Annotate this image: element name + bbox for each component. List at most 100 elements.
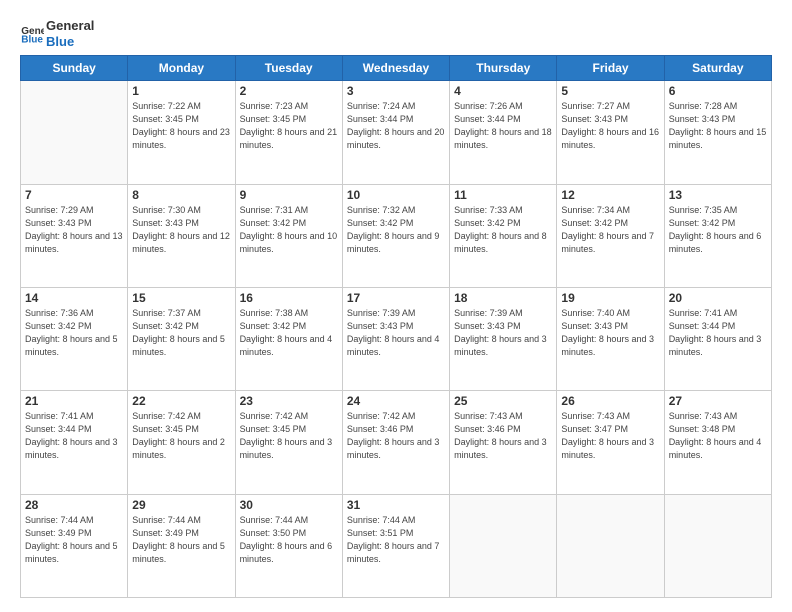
day-info: Sunrise: 7:41 AMSunset: 3:44 PMDaylight:… bbox=[669, 307, 767, 359]
calendar-week-2: 7 Sunrise: 7:29 AMSunset: 3:43 PMDaylight… bbox=[21, 184, 772, 287]
calendar-cell: 27Sunrise: 7:43 AMSunset: 3:48 PMDayligh… bbox=[664, 391, 771, 494]
day-info: Sunrise: 7:33 AMSunset: 3:42 PMDaylight:… bbox=[454, 204, 552, 256]
day-info: Sunrise: 7:35 AMSunset: 3:42 PMDaylight:… bbox=[669, 204, 767, 256]
day-number: 22 bbox=[132, 394, 230, 408]
logo-icon: General Blue bbox=[20, 24, 44, 44]
calendar-cell: 11 Sunrise: 7:33 AMSunset: 3:42 PMDayligh… bbox=[450, 184, 557, 287]
day-info: Sunrise: 7:37 AMSunset: 3:42 PMDaylight:… bbox=[132, 307, 230, 359]
day-number: 5 bbox=[561, 84, 659, 98]
day-info: Sunrise: 7:40 AMSunset: 3:43 PMDaylight:… bbox=[561, 307, 659, 359]
calendar-cell: 25 Sunrise: 7:43 AMSunset: 3:46 PMDayligh… bbox=[450, 391, 557, 494]
calendar-header-thursday: Thursday bbox=[450, 56, 557, 81]
day-number: 10 bbox=[347, 188, 445, 202]
calendar-cell: 17 Sunrise: 7:39 AMSunset: 3:43 PMDayligh… bbox=[342, 287, 449, 390]
day-info: Sunrise: 7:43 AMSunset: 3:47 PMDaylight:… bbox=[561, 410, 659, 462]
calendar-cell: 16 Sunrise: 7:38 AMSunset: 3:42 PMDayligh… bbox=[235, 287, 342, 390]
calendar-cell: 9Sunrise: 7:31 AMSunset: 3:42 PMDaylight… bbox=[235, 184, 342, 287]
logo-line2: Blue bbox=[46, 34, 94, 50]
day-info: Sunrise: 7:34 AMSunset: 3:42 PMDaylight:… bbox=[561, 204, 659, 256]
calendar-cell: 29Sunrise: 7:44 AMSunset: 3:49 PMDayligh… bbox=[128, 494, 235, 597]
day-number: 9 bbox=[240, 188, 338, 202]
calendar-cell: 18 Sunrise: 7:39 AMSunset: 3:43 PMDayligh… bbox=[450, 287, 557, 390]
calendar-cell bbox=[557, 494, 664, 597]
logo: General Blue General Blue bbox=[20, 18, 94, 49]
day-info: Sunrise: 7:39 AMSunset: 3:43 PMDaylight:… bbox=[454, 307, 552, 359]
calendar-cell: 14 Sunrise: 7:36 AMSunset: 3:42 PMDayligh… bbox=[21, 287, 128, 390]
day-info: Sunrise: 7:29 AMSunset: 3:43 PMDaylight:… bbox=[25, 204, 123, 256]
day-number: 7 bbox=[25, 188, 123, 202]
calendar-header-sunday: Sunday bbox=[21, 56, 128, 81]
day-number: 19 bbox=[561, 291, 659, 305]
day-info: Sunrise: 7:44 AMSunset: 3:51 PMDaylight:… bbox=[347, 514, 445, 566]
calendar-week-5: 28Sunrise: 7:44 AMSunset: 3:49 PMDayligh… bbox=[21, 494, 772, 597]
day-number: 8 bbox=[132, 188, 230, 202]
day-info: Sunrise: 7:32 AMSunset: 3:42 PMDaylight:… bbox=[347, 204, 445, 256]
calendar-week-3: 14 Sunrise: 7:36 AMSunset: 3:42 PMDayligh… bbox=[21, 287, 772, 390]
logo-line1: General bbox=[46, 18, 94, 34]
day-number: 15 bbox=[132, 291, 230, 305]
day-info: Sunrise: 7:44 AMSunset: 3:49 PMDaylight:… bbox=[132, 514, 230, 566]
day-number: 14 bbox=[25, 291, 123, 305]
day-info: Sunrise: 7:42 AMSunset: 3:46 PMDaylight:… bbox=[347, 410, 445, 462]
day-number: 12 bbox=[561, 188, 659, 202]
calendar-header-row: SundayMondayTuesdayWednesdayThursdayFrid… bbox=[21, 56, 772, 81]
day-info: Sunrise: 7:36 AMSunset: 3:42 PMDaylight:… bbox=[25, 307, 123, 359]
calendar-cell: 13 Sunrise: 7:35 AMSunset: 3:42 PMDayligh… bbox=[664, 184, 771, 287]
day-number: 21 bbox=[25, 394, 123, 408]
calendar-header-tuesday: Tuesday bbox=[235, 56, 342, 81]
day-info: Sunrise: 7:26 AMSunset: 3:44 PMDaylight:… bbox=[454, 100, 552, 152]
calendar-week-1: 1 Sunrise: 7:22 AMSunset: 3:45 PMDaylight… bbox=[21, 81, 772, 184]
calendar-cell: 8Sunrise: 7:30 AMSunset: 3:43 PMDaylight… bbox=[128, 184, 235, 287]
calendar-header-friday: Friday bbox=[557, 56, 664, 81]
day-number: 16 bbox=[240, 291, 338, 305]
day-number: 27 bbox=[669, 394, 767, 408]
day-number: 4 bbox=[454, 84, 552, 98]
day-info: Sunrise: 7:43 AMSunset: 3:46 PMDaylight:… bbox=[454, 410, 552, 462]
calendar-cell bbox=[664, 494, 771, 597]
calendar-cell bbox=[21, 81, 128, 184]
day-number: 26 bbox=[561, 394, 659, 408]
day-info: Sunrise: 7:28 AMSunset: 3:43 PMDaylight:… bbox=[669, 100, 767, 152]
calendar-cell: 28Sunrise: 7:44 AMSunset: 3:49 PMDayligh… bbox=[21, 494, 128, 597]
day-number: 23 bbox=[240, 394, 338, 408]
day-number: 11 bbox=[454, 188, 552, 202]
day-number: 25 bbox=[454, 394, 552, 408]
day-number: 18 bbox=[454, 291, 552, 305]
page: General Blue General Blue SundayMondayTu… bbox=[0, 0, 792, 612]
day-number: 31 bbox=[347, 498, 445, 512]
calendar-table: SundayMondayTuesdayWednesdayThursdayFrid… bbox=[20, 55, 772, 598]
day-info: Sunrise: 7:42 AMSunset: 3:45 PMDaylight:… bbox=[132, 410, 230, 462]
calendar-cell: 23 Sunrise: 7:42 AMSunset: 3:45 PMDayligh… bbox=[235, 391, 342, 494]
calendar-cell: 30Sunrise: 7:44 AMSunset: 3:50 PMDayligh… bbox=[235, 494, 342, 597]
day-number: 6 bbox=[669, 84, 767, 98]
day-number: 13 bbox=[669, 188, 767, 202]
svg-text:Blue: Blue bbox=[21, 34, 43, 44]
calendar-cell: 1 Sunrise: 7:22 AMSunset: 3:45 PMDaylight… bbox=[128, 81, 235, 184]
day-number: 2 bbox=[240, 84, 338, 98]
calendar-header-monday: Monday bbox=[128, 56, 235, 81]
day-info: Sunrise: 7:39 AMSunset: 3:43 PMDaylight:… bbox=[347, 307, 445, 359]
day-info: Sunrise: 7:42 AMSunset: 3:45 PMDaylight:… bbox=[240, 410, 338, 462]
calendar-cell: 6 Sunrise: 7:28 AMSunset: 3:43 PMDaylight… bbox=[664, 81, 771, 184]
calendar-cell: 3Sunrise: 7:24 AMSunset: 3:44 PMDaylight… bbox=[342, 81, 449, 184]
header: General Blue General Blue bbox=[20, 18, 772, 49]
day-info: Sunrise: 7:41 AMSunset: 3:44 PMDaylight:… bbox=[25, 410, 123, 462]
calendar-cell: 26 Sunrise: 7:43 AMSunset: 3:47 PMDayligh… bbox=[557, 391, 664, 494]
day-number: 20 bbox=[669, 291, 767, 305]
day-number: 17 bbox=[347, 291, 445, 305]
day-info: Sunrise: 7:38 AMSunset: 3:42 PMDaylight:… bbox=[240, 307, 338, 359]
day-info: Sunrise: 7:22 AMSunset: 3:45 PMDaylight:… bbox=[132, 100, 230, 152]
day-number: 1 bbox=[132, 84, 230, 98]
day-number: 24 bbox=[347, 394, 445, 408]
calendar-header-wednesday: Wednesday bbox=[342, 56, 449, 81]
day-info: Sunrise: 7:23 AMSunset: 3:45 PMDaylight:… bbox=[240, 100, 338, 152]
calendar-cell: 22 Sunrise: 7:42 AMSunset: 3:45 PMDayligh… bbox=[128, 391, 235, 494]
calendar-cell: 24 Sunrise: 7:42 AMSunset: 3:46 PMDayligh… bbox=[342, 391, 449, 494]
day-info: Sunrise: 7:44 AMSunset: 3:50 PMDaylight:… bbox=[240, 514, 338, 566]
calendar-cell: 21 Sunrise: 7:41 AMSunset: 3:44 PMDayligh… bbox=[21, 391, 128, 494]
calendar-cell bbox=[450, 494, 557, 597]
calendar-cell: 10 Sunrise: 7:32 AMSunset: 3:42 PMDayligh… bbox=[342, 184, 449, 287]
calendar-cell: 5Sunrise: 7:27 AMSunset: 3:43 PMDaylight… bbox=[557, 81, 664, 184]
day-info: Sunrise: 7:44 AMSunset: 3:49 PMDaylight:… bbox=[25, 514, 123, 566]
calendar-cell: 15 Sunrise: 7:37 AMSunset: 3:42 PMDayligh… bbox=[128, 287, 235, 390]
